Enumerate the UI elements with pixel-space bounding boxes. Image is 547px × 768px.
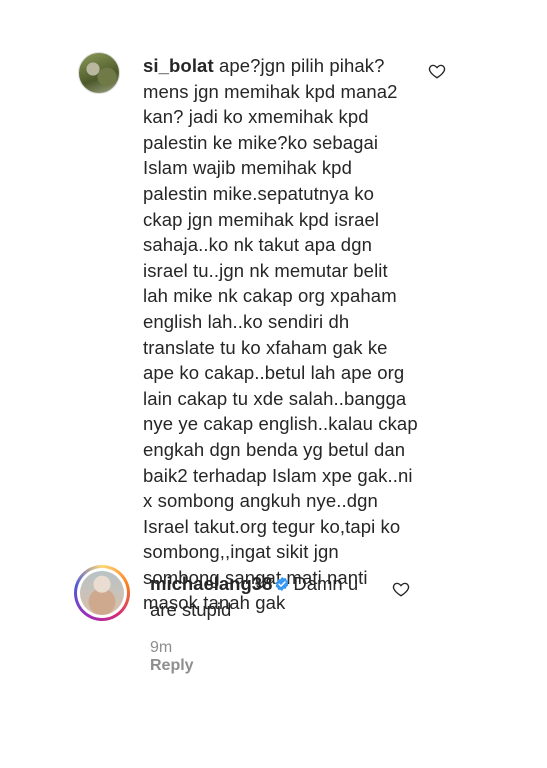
comment-timestamp: 9m xyxy=(150,639,173,656)
comment-username[interactable]: michaelang38 xyxy=(150,573,272,594)
heart-outline-icon[interactable] xyxy=(392,580,410,598)
comment-text: ape?jgn pilih pihak? mens jgn memihak kp… xyxy=(143,55,418,614)
verified-badge-icon xyxy=(276,577,289,591)
avatar[interactable] xyxy=(80,571,124,615)
reply-button[interactable]: Reply xyxy=(150,657,194,674)
comment-meta: 9m Reply xyxy=(150,639,194,675)
comment-body: michaelang38 Damn u are stupid xyxy=(150,571,375,623)
avatar[interactable] xyxy=(78,52,120,94)
comment-username[interactable]: si_bolat xyxy=(143,55,214,76)
heart-outline-icon[interactable] xyxy=(428,62,446,80)
comment-body: si_bolat ape?jgn pilih pihak? mens jgn m… xyxy=(143,53,423,616)
